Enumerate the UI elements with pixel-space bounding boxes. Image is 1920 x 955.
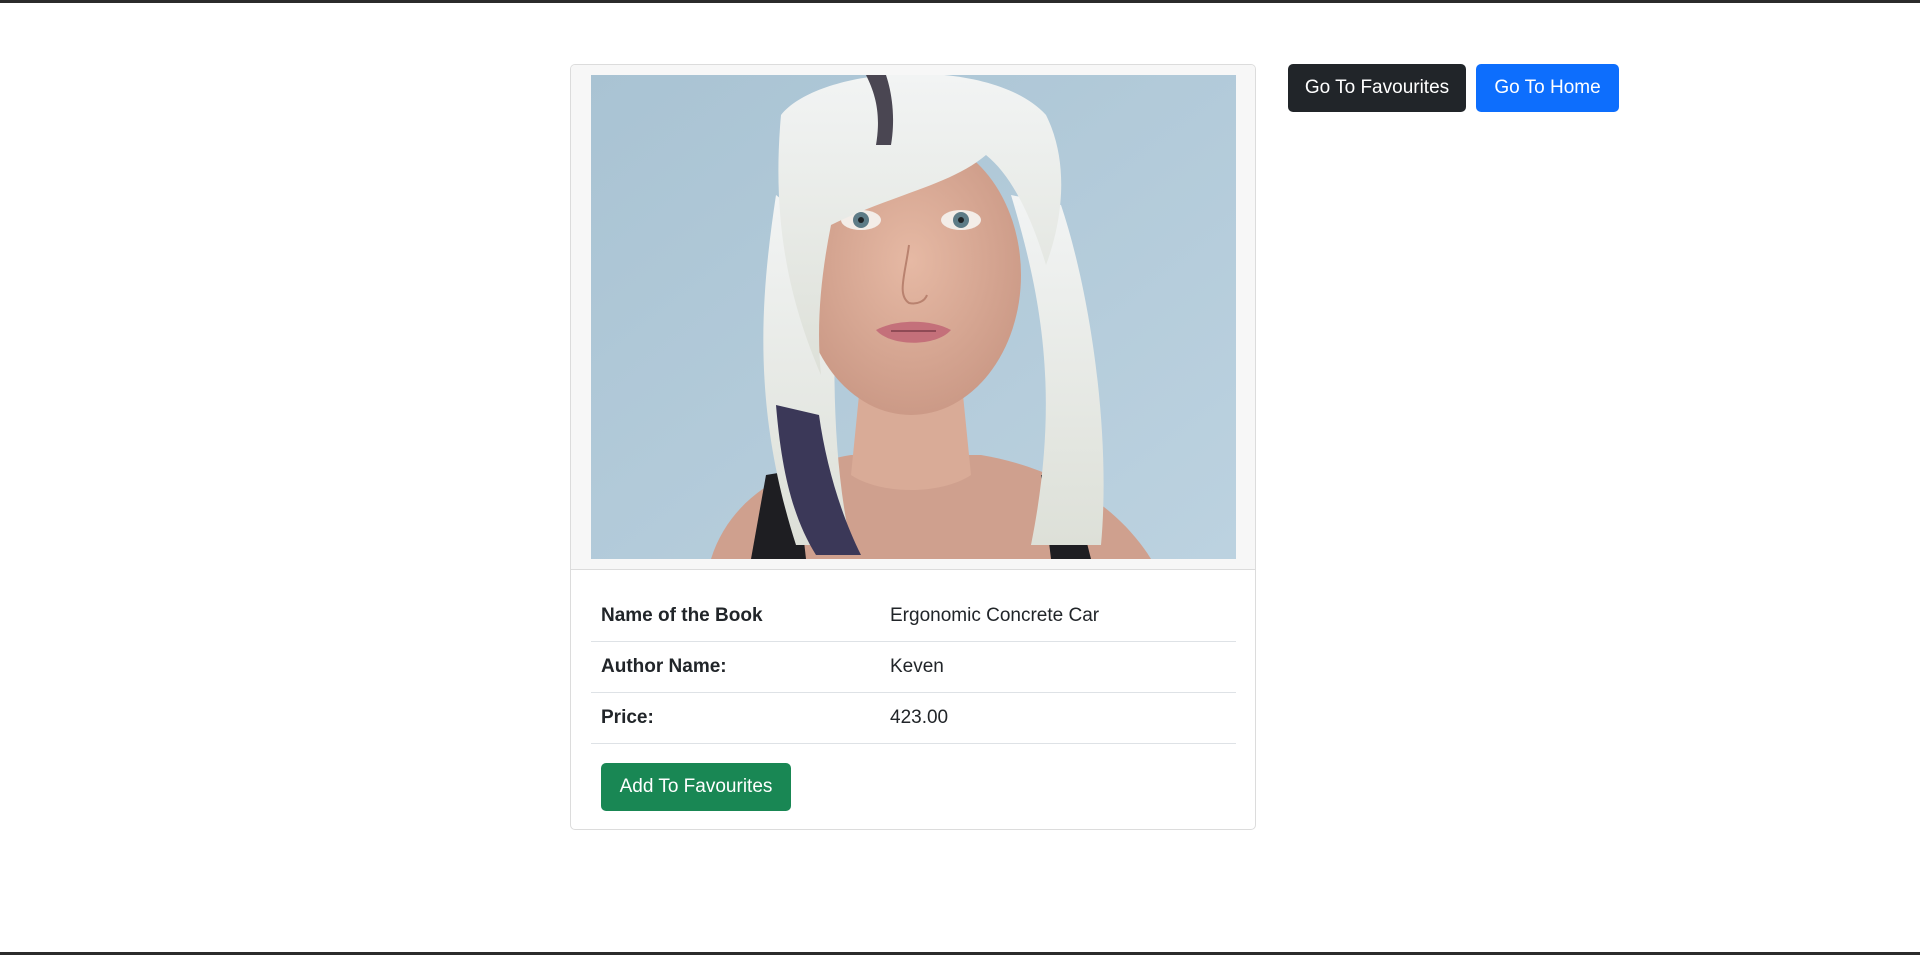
price-value: 423.00 xyxy=(880,692,1236,744)
book-details-table: Name of the Book Ergonomic Concrete Car … xyxy=(591,591,1236,744)
author-name-label: Author Name: xyxy=(591,641,880,693)
add-to-favourites-button[interactable]: Add To Favourites xyxy=(601,763,791,811)
book-cover-image xyxy=(591,75,1236,559)
top-border xyxy=(0,0,1920,3)
author-name-value: Keven xyxy=(880,641,1236,693)
book-name-label: Name of the Book xyxy=(591,591,880,642)
book-name-value: Ergonomic Concrete Car xyxy=(880,591,1236,642)
book-cover-panel xyxy=(571,65,1255,570)
go-to-favourites-button[interactable]: Go To Favourites xyxy=(1288,64,1466,112)
table-row: Author Name: Keven xyxy=(591,641,1236,693)
price-label: Price: xyxy=(591,692,880,744)
table-row: Name of the Book Ergonomic Concrete Car xyxy=(591,591,1236,642)
book-card: Name of the Book Ergonomic Concrete Car … xyxy=(570,64,1256,830)
table-row: Price: 423.00 xyxy=(591,692,1236,744)
go-to-home-button[interactable]: Go To Home xyxy=(1476,64,1619,112)
